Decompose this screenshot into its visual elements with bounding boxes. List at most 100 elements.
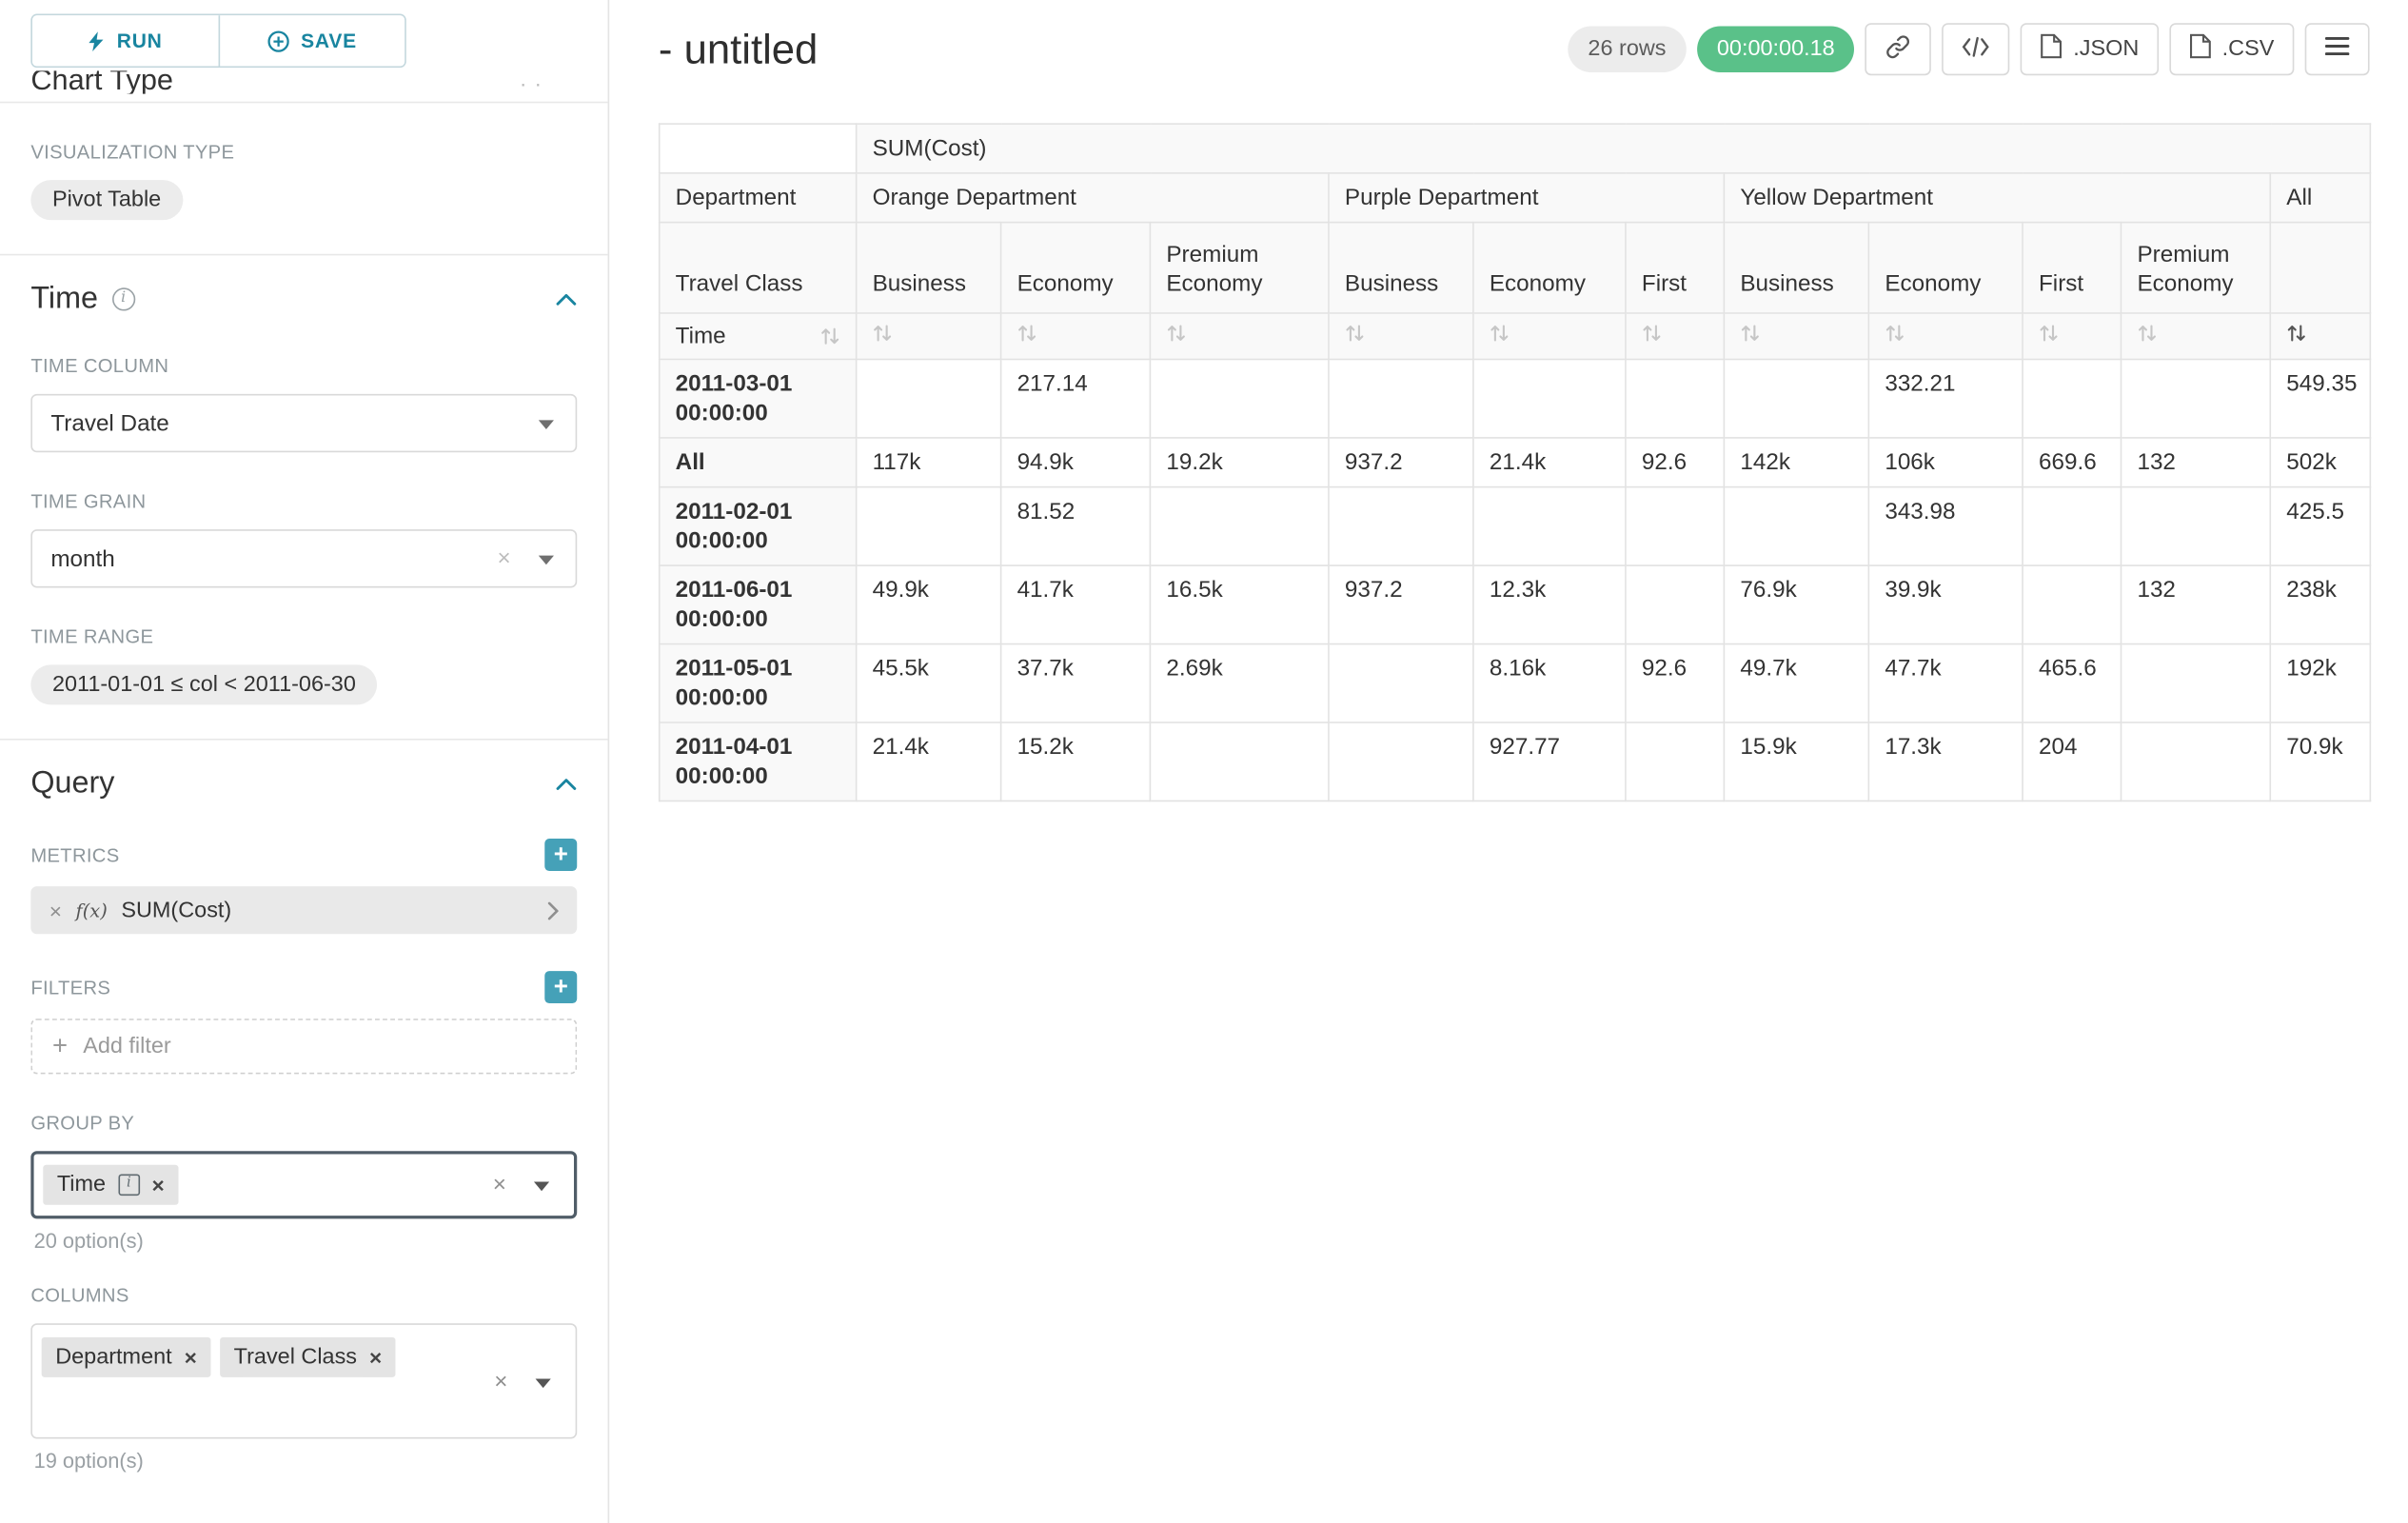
remove-chip-icon[interactable]: × [369,1347,382,1369]
column-sort-header[interactable] [1626,313,1724,359]
sort-desc-active-icon[interactable] [2286,323,2306,343]
value-cell: 132 [2121,565,2270,643]
value-cell [1626,722,1724,801]
department-group-header: Yellow Department [1724,173,2270,223]
time-axis-header[interactable]: Time [660,313,857,359]
value-cell: 15.9k [1724,722,1868,801]
pivot-table-body: 2011-03-01 00:00:00217.14332.21549.35All… [660,359,2371,801]
sort-icon[interactable] [873,323,893,343]
row-label: 2011-03-01 00:00:00 [660,359,857,437]
value-cell: 502k [2270,438,2370,487]
value-cell [1329,722,1473,801]
column-info-icon[interactable]: i [118,1174,140,1196]
group-by-chip[interactable]: Time i × [43,1165,178,1205]
table-row: 2011-04-01 00:00:0021.4k15.2k927.7715.9k… [660,722,2371,801]
metric-chip[interactable]: × f(x) SUM(Cost) [30,886,577,934]
sort-icon[interactable] [1885,323,1905,343]
column-sort-header[interactable] [2270,313,2370,359]
value-cell: 94.9k [1001,438,1151,487]
pivot-table: SUM(Cost)DepartmentOrange DepartmentPurp… [659,123,2371,801]
clear-icon[interactable]: × [493,1172,506,1197]
sort-icon[interactable] [2039,323,2059,343]
chart-type-section-clipped: Chart Type ·· [30,70,577,93]
remove-metric-icon[interactable]: × [49,898,62,922]
value-cell: 669.6 [2023,438,2121,487]
copy-link-button[interactable] [1865,23,1932,75]
value-cell [2121,487,2270,565]
control-panel: RUN SAVE Chart Type ·· VISUALIZATION TYP… [0,0,609,1523]
time-column-value: Travel Date [50,410,168,436]
travel-class-header: Business [1329,223,1473,313]
remove-chip-icon[interactable]: × [152,1174,165,1196]
value-cell: 16.5k [1150,565,1329,643]
column-sort-header[interactable] [1868,313,2023,359]
chevron-up-icon[interactable] [556,292,578,307]
value-cell: 2.69k [1150,644,1329,722]
value-cell [857,359,1001,437]
column-sort-header[interactable] [1473,313,1626,359]
value-cell: 142k [1724,438,1868,487]
viz-type-pill[interactable]: Pivot Table [30,180,183,220]
column-sort-header[interactable] [2121,313,2270,359]
export-json-button[interactable]: .JSON [2021,23,2159,75]
export-csv-button[interactable]: .CSV [2170,23,2295,75]
info-icon[interactable]: i [112,287,135,310]
table-row: 2011-03-01 00:00:00217.14332.21549.35 [660,359,2371,437]
travel-class-header [2270,223,2370,313]
column-sort-header[interactable] [1724,313,1868,359]
column-sort-header[interactable] [1150,313,1329,359]
chevron-up-icon[interactable] [556,777,578,791]
column-sort-header[interactable] [1001,313,1151,359]
clear-icon[interactable]: × [498,545,511,571]
menu-button[interactable] [2305,23,2370,75]
value-cell: 21.4k [1473,438,1626,487]
value-cell [1626,565,1724,643]
options-hint: 19 option(s) [30,1450,577,1473]
sort-icon[interactable] [2137,323,2157,343]
value-cell: 41.7k [1001,565,1151,643]
value-cell: 465.6 [2023,644,2121,722]
sort-icon[interactable] [1740,323,1760,343]
value-cell: 425.5 [2270,487,2370,565]
sort-icon[interactable] [1166,323,1186,343]
add-filter-field[interactable]: + Add filter [30,1019,577,1074]
columns-chip[interactable]: Department × [42,1337,211,1377]
add-filter-button[interactable]: + [544,971,577,1003]
travel-class-header: Economy [1473,223,1626,313]
view-query-button[interactable] [1943,23,2010,75]
value-cell: 15.2k [1001,722,1151,801]
columns-chip[interactable]: Travel Class × [220,1337,396,1377]
time-grain-select[interactable]: month × [30,529,577,587]
row-label: 2011-04-01 00:00:00 [660,722,857,801]
travel-class-header: First [1626,223,1724,313]
sort-icon[interactable] [1642,323,1662,343]
function-icon: f(x) [76,900,108,921]
columns-select[interactable]: Department × Travel Class × × [30,1323,577,1438]
group-by-select[interactable]: Time i × × [30,1151,577,1218]
remove-chip-icon[interactable]: × [185,1347,197,1369]
value-cell: 549.35 [2270,359,2370,437]
time-range-pill[interactable]: 2011-01-01 ≤ col < 2011-06-30 [30,664,377,704]
time-section-title: Time [30,282,98,317]
value-cell [1150,487,1329,565]
run-button-label: RUN [117,30,163,52]
run-button[interactable]: RUN [32,15,218,66]
column-sort-header[interactable] [1329,313,1473,359]
add-metric-button[interactable]: + [544,839,577,871]
column-sort-header[interactable] [857,313,1001,359]
save-button[interactable]: SAVE [218,15,405,66]
caret-down-icon [539,420,554,429]
chart-title[interactable]: - untitled [659,26,818,73]
sort-icon[interactable] [1490,323,1510,343]
sort-icon[interactable] [1017,323,1037,343]
sort-icon[interactable] [820,326,840,346]
value-cell: 332.21 [1868,359,2023,437]
sort-icon[interactable] [1345,323,1365,343]
clear-icon[interactable]: × [494,1368,507,1394]
bolt-icon [88,30,105,52]
row-label: All [660,438,857,487]
chart-area: - untitled 26 rows 00:00:00.18 [611,0,2408,1523]
column-sort-header[interactable] [2023,313,2121,359]
time-column-select[interactable]: Travel Date [30,394,577,452]
value-cell: 49.9k [857,565,1001,643]
